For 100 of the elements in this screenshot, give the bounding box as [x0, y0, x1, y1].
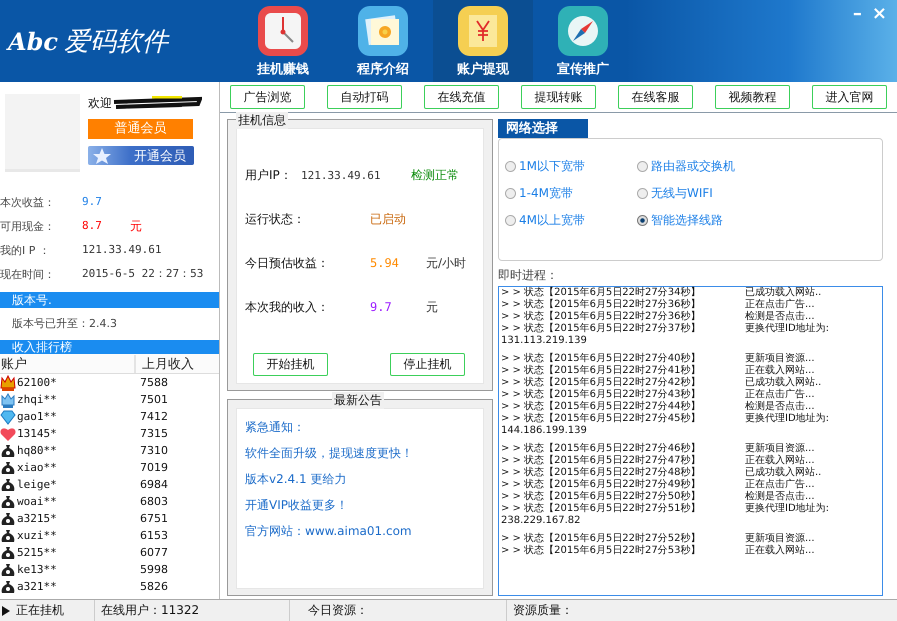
stat-value: 8.7: [82, 218, 102, 234]
group-title: 最新公告: [332, 392, 384, 409]
compass-icon: [557, 4, 609, 56]
section-header: 版本号.: [0, 292, 219, 308]
log-message: 已成功载入网站..: [745, 467, 822, 478]
log-message: 更新项目资源...: [745, 443, 815, 454]
log-status: > > 状态【2015年6月5日22时27分43秒】: [501, 389, 702, 400]
log-status: > > 状态【2015年6月5日22时27分48秒】: [501, 467, 702, 478]
nav-tab[interactable]: 程序介绍: [333, 0, 433, 82]
status-text: 资源质量：: [513, 602, 573, 619]
stat-label: 本次收益：: [0, 194, 56, 210]
field-label: 本次我的收入：: [245, 298, 330, 316]
status-text: 今日资源：: [308, 602, 368, 619]
crown-icon: [0, 392, 16, 408]
toolbar-button[interactable]: 在线充值: [424, 85, 499, 109]
toolbar-button[interactable]: 在线客服: [618, 85, 693, 109]
radio-button[interactable]: [505, 188, 516, 199]
toolbar-button[interactable]: 广告浏览: [230, 85, 305, 109]
money-bag-icon: [0, 528, 16, 544]
stat-value: 121.33.49.61: [82, 242, 162, 258]
toolbar-button[interactable]: 提现转账: [521, 85, 596, 109]
stat-label: 我的I P ：: [0, 242, 51, 258]
radio-label[interactable]: 路由器或交换机: [651, 158, 735, 175]
nav-tab[interactable]: 宣传推广: [533, 0, 633, 82]
status-text: 检测正常: [411, 166, 459, 184]
log-address: 144.186.199.139: [501, 425, 588, 437]
log-message: 正在点击广告...: [745, 389, 815, 400]
toolbar-button[interactable]: 进入官网: [812, 85, 887, 109]
money-bag-icon: [0, 442, 16, 458]
log-address: 238.229.167.82: [501, 515, 582, 527]
toolbar-button[interactable]: 自动打码: [327, 85, 402, 109]
table-cell: 5998: [140, 563, 168, 576]
table-cell: 6077: [140, 546, 168, 559]
log-status: > > 状态【2015年6月5日22时27分36秒】: [501, 299, 702, 310]
table-cell: leige*: [17, 478, 57, 491]
log-message: 更新项目资源...: [745, 533, 815, 544]
notice-text: 版本v2.4.1 更给力: [245, 471, 348, 487]
log-status: > > 状态【2015年6月5日22时27分37秒】: [501, 323, 702, 335]
log-message: 更换代理ID地址为:: [745, 413, 830, 425]
welcome-text: 欢迎: [88, 94, 112, 112]
tab[interactable]: 网络选择: [498, 119, 588, 138]
stat-label: 可用现金：: [0, 218, 56, 234]
table-cell: 7019: [140, 461, 168, 474]
radio-button[interactable]: [505, 161, 516, 172]
log-message: 正在载入网站...: [745, 455, 815, 466]
radio-label[interactable]: 智能选择线路: [651, 212, 723, 229]
log-message: 检测是否点击...: [745, 401, 815, 412]
radio-label[interactable]: 无线与WIFI: [651, 185, 713, 202]
log-status: > > 状态【2015年6月5日22时27分49秒】: [501, 479, 702, 490]
toolbar-button[interactable]: 视频教程: [715, 85, 790, 109]
table-cell: 7588: [140, 376, 168, 389]
field-value: 9.7: [370, 300, 393, 314]
table-cell: 6751: [140, 512, 168, 525]
radio-button[interactable]: [637, 215, 648, 226]
radio-label[interactable]: 1M以下宽带: [519, 158, 585, 175]
money-bag-icon: [0, 494, 16, 510]
field-value: 121.33.49.61: [301, 168, 382, 182]
log-message: 更新项目资源...: [745, 353, 815, 364]
table-cell: 7315: [140, 427, 168, 440]
stat-label: 现在时间：: [0, 266, 56, 282]
radio-button[interactable]: [637, 161, 648, 172]
log-message: 检测是否点击...: [745, 311, 815, 322]
upgrade-button[interactable]: 开通会员: [88, 146, 194, 165]
money-bag-icon: [0, 562, 16, 578]
play-icon: [2, 606, 10, 616]
action-button[interactable]: 停止挂机: [390, 353, 465, 376]
log-message: 已成功载入网站..: [745, 287, 822, 298]
radio-button[interactable]: [505, 215, 516, 226]
table-cell: 6153: [140, 529, 168, 542]
radio-label[interactable]: 4M以上宽带: [519, 212, 585, 229]
group-title: 挂机信息: [236, 112, 288, 129]
log-status: > > 状态【2015年6月5日22时27分47秒】: [501, 455, 702, 466]
table-cell: 5215**: [17, 546, 57, 559]
unit-label: 元: [130, 218, 142, 234]
radio-label[interactable]: 1-4M宽带: [519, 185, 573, 202]
table-cell: 6803: [140, 495, 168, 508]
log-message: 更换代理ID地址为:: [745, 503, 830, 515]
log-status: > > 状态【2015年6月5日22时27分44秒】: [501, 401, 702, 412]
money-bag-icon: [0, 510, 16, 526]
table-cell: a321**: [17, 580, 57, 593]
photo-icon: [357, 4, 409, 56]
table-cell: xiao**: [17, 461, 57, 474]
action-button[interactable]: 开始挂机: [253, 353, 328, 376]
money-bag-icon: [0, 460, 16, 476]
table-cell: 62100*: [17, 376, 57, 389]
nav-tab[interactable]: 挂机赚钱: [233, 0, 333, 82]
log-status: > > 状态【2015年6月5日22时27分46秒】: [501, 443, 702, 454]
log-status: > > 状态【2015年6月5日22时27分52秒】: [501, 533, 702, 544]
unit-label: 元: [426, 298, 438, 316]
radio-button[interactable]: [637, 188, 648, 199]
money-bag-icon: [0, 578, 16, 594]
field-label: 今日预估收益：: [245, 254, 330, 272]
log-message: 更换代理ID地址为:: [745, 323, 830, 335]
field-value: 5.94: [370, 256, 400, 270]
table-cell: ke13**: [17, 563, 57, 576]
status-text: 正在挂机: [16, 602, 64, 619]
section-header: 收入排行榜: [0, 340, 219, 354]
table-cell: hq80**: [17, 444, 57, 457]
status-text: 在线用户：11322: [101, 602, 200, 619]
nav-tab[interactable]: 账户提现: [433, 0, 533, 82]
